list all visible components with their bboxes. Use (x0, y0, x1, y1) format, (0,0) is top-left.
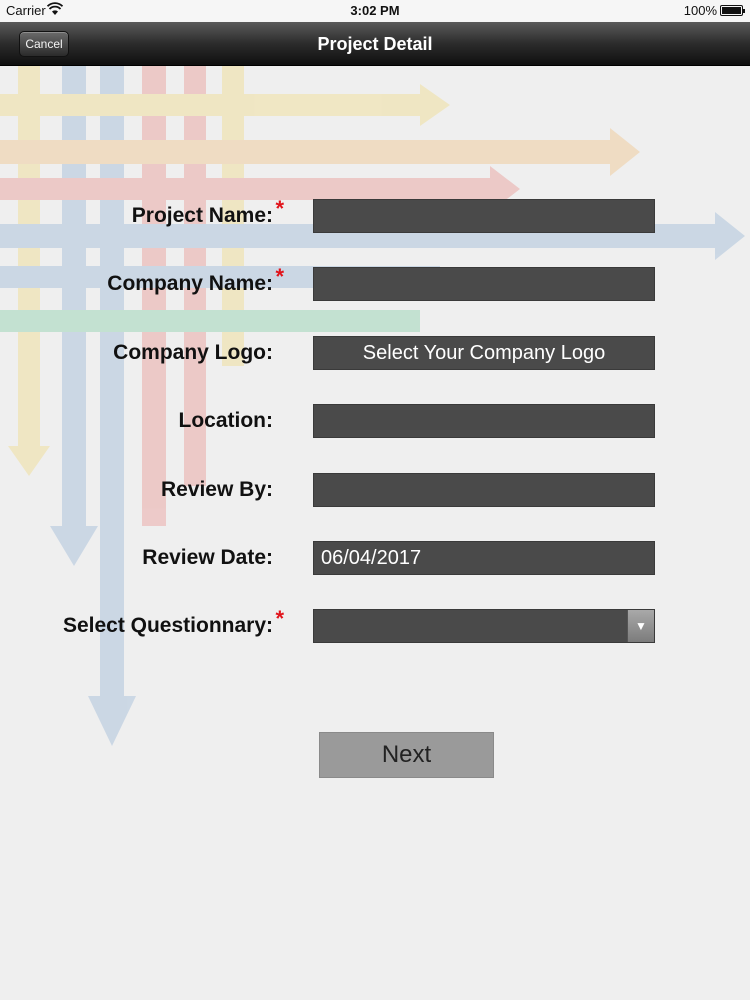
company-logo-label: Company Logo: (113, 341, 273, 364)
project-name-row: Project Name: * (0, 196, 750, 233)
required-asterisk: * (275, 196, 284, 221)
battery-icon (720, 5, 745, 16)
review-date-input[interactable]: 06/04/2017 (313, 541, 655, 575)
next-button[interactable]: Next (319, 732, 494, 778)
review-by-input[interactable] (313, 473, 655, 507)
questionnary-row: Select Questionnary: * ▼ (0, 606, 750, 643)
required-asterisk: * (275, 264, 284, 289)
status-time: 3:02 PM (350, 3, 400, 18)
status-bar: Carrier 3:02 PM 100% (0, 0, 750, 22)
questionnary-select[interactable]: ▼ (313, 609, 655, 643)
location-input[interactable] (313, 404, 655, 438)
battery-percentage: 100% (683, 3, 717, 18)
project-detail-screen: Carrier 3:02 PM 100% Cancel Project Deta… (0, 0, 750, 1000)
review-by-row: Review By: (0, 473, 750, 507)
company-name-label: Company Name: * (107, 264, 284, 295)
chevron-down-icon[interactable]: ▼ (627, 610, 654, 642)
page-title: Project Detail (317, 34, 433, 54)
location-label: Location: (178, 409, 274, 432)
project-name-input[interactable] (313, 199, 655, 233)
review-date-row: Review Date: 06/04/2017 (0, 541, 750, 575)
review-by-label: Review By: (160, 478, 273, 501)
required-asterisk: * (275, 606, 284, 631)
company-logo-row: Company Logo: Select Your Company Logo (0, 336, 750, 370)
company-name-input[interactable] (313, 267, 655, 301)
select-company-logo-button[interactable]: Select Your Company Logo (313, 336, 655, 370)
questionnary-label: Select Questionnary: * (62, 606, 284, 637)
navigation-bar: Cancel Project Detail (0, 22, 750, 66)
location-row: Location: (0, 404, 750, 438)
company-name-row: Company Name: * (0, 264, 750, 301)
review-date-label: Review Date: (142, 546, 273, 569)
project-name-label: Project Name: * (131, 196, 284, 227)
